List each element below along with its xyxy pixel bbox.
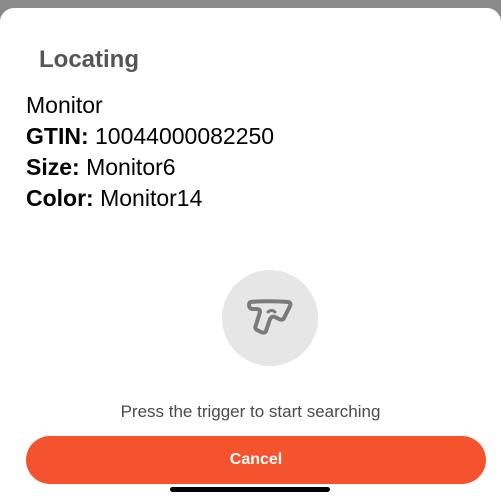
gtin-row: GTIN: 10044000082250 [26,123,274,150]
size-label: Size: [26,154,80,180]
scanner-trigger-icon [247,299,293,335]
home-indicator[interactable] [170,487,330,492]
trigger-indicator [222,270,318,366]
color-value: Monitor14 [100,185,203,211]
product-name: Monitor [26,92,103,118]
size-row: Size: Monitor6 [26,154,176,181]
color-label: Color: [26,185,94,211]
trigger-hint: Press the trigger to start searching [120,402,381,421]
sheet-title: Locating [39,46,139,73]
screen: Locating Monitor GTIN: 10044000082250 Si… [0,0,501,497]
color-row: Color: Monitor14 [26,185,202,212]
gtin-value: 10044000082250 [95,123,275,149]
locating-sheet: Locating Monitor GTIN: 10044000082250 Si… [0,8,501,497]
cancel-button[interactable]: Cancel [26,436,486,484]
size-value: Monitor6 [86,154,176,180]
gtin-label: GTIN: [26,123,89,149]
